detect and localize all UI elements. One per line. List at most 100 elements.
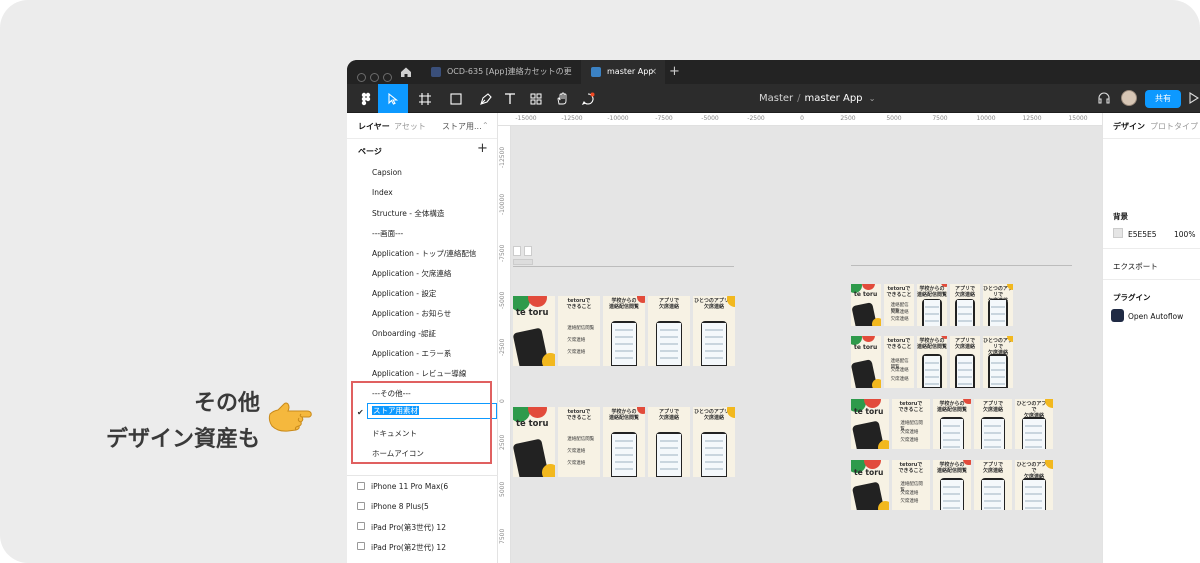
- tab-design[interactable]: デザイン: [1113, 121, 1145, 132]
- screen-line: [958, 376, 972, 379]
- plugin-open-autoflow[interactable]: Open Autoflow: [1128, 312, 1183, 321]
- store-screenshot-frame[interactable]: tetoruで できること 連絡配信閲覧 欠席連絡 欠席連絡: [892, 399, 930, 449]
- layer-item[interactable]: iPad Pro(第3世代) 12: [371, 522, 446, 533]
- store-screenshot-row: te toru tetoruで できること 連絡配信閲覧 欠席連絡 欠席連絡 学校からの …: [851, 460, 1053, 510]
- store-screenshot-frame[interactable]: 学校からの 連絡配信閲覧: [603, 407, 645, 477]
- page-item[interactable]: Application - 欠席連絡: [372, 268, 451, 279]
- store-screenshot-row: te toru tetoruで できること 連絡配信閲覧 欠席連絡 欠席連絡 学校からの …: [851, 284, 1013, 326]
- store-screenshot-frame[interactable]: アプリで 欠席連絡: [950, 336, 980, 388]
- store-screenshot-frame[interactable]: アプリで 欠席連絡: [974, 399, 1012, 449]
- home-icon[interactable]: [395, 64, 417, 80]
- page-item[interactable]: Application - レビュー導線: [372, 368, 466, 379]
- headset-icon[interactable]: [1097, 91, 1111, 105]
- layer-item[interactable]: iPad Pro(第2世代) 12: [371, 542, 446, 553]
- store-screenshot-frame[interactable]: 学校からの 連絡配信閲覧: [917, 284, 947, 326]
- page-item[interactable]: Structure - 全体構造: [372, 208, 444, 219]
- tab-prototype[interactable]: プロトタイプ: [1150, 121, 1198, 132]
- canvas[interactable]: -15000 -12500 -10000 -7500 -5000 -2500 0 2500 50…: [498, 113, 1102, 563]
- page-item[interactable]: Index: [372, 188, 393, 197]
- chevron-down-icon[interactable]: ⌄: [869, 94, 876, 103]
- store-screenshot-frame[interactable]: te toru: [513, 296, 555, 366]
- store-screenshot-frame[interactable]: tetoruで できること 連絡配信閲覧 欠席連絡 欠席連絡: [892, 460, 930, 510]
- phone-screen: [982, 418, 1004, 449]
- page-item[interactable]: Onboarding -認証: [372, 328, 436, 339]
- page-item[interactable]: Application - お知らせ: [372, 308, 451, 319]
- store-screenshot-frame[interactable]: ひとつのアプリで 欠席連絡: [693, 407, 735, 477]
- store-screenshot-frame[interactable]: ひとつのアプリで 欠席連絡: [1015, 399, 1053, 449]
- current-page-selector[interactable]: ストア用...: [442, 121, 482, 132]
- store-screenshot-frame[interactable]: アプリで 欠席連絡: [950, 284, 980, 326]
- store-screenshot-frame[interactable]: アプリで 欠席連絡: [974, 460, 1012, 510]
- store-screenshot-frame[interactable]: te toru: [851, 336, 881, 388]
- store-screenshot-frame[interactable]: te toru: [851, 399, 889, 449]
- tab-ocd-635[interactable]: OCD-635 [App]連絡カセットの更新: [421, 60, 577, 100]
- export-section[interactable]: エクスポート: [1113, 261, 1158, 272]
- frame-tool-button[interactable]: [410, 84, 440, 113]
- feature-label: 欠席連絡: [900, 429, 919, 435]
- move-tool-button[interactable]: [378, 84, 408, 113]
- breadcrumb-file[interactable]: master App: [805, 93, 863, 104]
- small-frame[interactable]: [513, 259, 533, 265]
- store-screenshot-frame[interactable]: te toru: [513, 407, 555, 477]
- store-screenshot-frame[interactable]: 学校からの 連絡配信閲覧: [917, 336, 947, 388]
- frame-icon: [357, 502, 365, 510]
- small-frame[interactable]: [524, 246, 532, 256]
- store-screenshot-frame[interactable]: te toru: [851, 460, 889, 510]
- background-color-swatch[interactable]: [1113, 228, 1123, 238]
- store-screenshot-frame[interactable]: ひとつのアプリで 欠席連絡: [983, 284, 1013, 326]
- store-screenshot-frame[interactable]: アプリで 欠席連絡: [648, 407, 690, 477]
- screen-line: [1025, 492, 1043, 495]
- present-icon[interactable]: [1189, 92, 1199, 104]
- screen-line: [614, 350, 634, 353]
- share-button[interactable]: 共有: [1145, 90, 1181, 108]
- page-item[interactable]: Application - エラー系: [372, 348, 451, 359]
- feature-label: 欠席連絡: [890, 367, 909, 373]
- phone-screen: [982, 479, 1004, 510]
- comment-tool-button[interactable]: [573, 84, 603, 113]
- page-item[interactable]: Capsion: [372, 168, 402, 177]
- plugins-header: プラグイン: [1113, 293, 1151, 302]
- tab-master-app[interactable]: master App ×: [581, 60, 665, 84]
- layer-item[interactable]: iPhone 11 Pro Max(6: [371, 482, 448, 491]
- phone-screen: [956, 300, 974, 326]
- screen-line: [659, 357, 679, 360]
- main-menu-button[interactable]: [351, 84, 381, 113]
- phone-screen: [657, 434, 681, 477]
- feature-label: 連絡配信閲覧: [567, 437, 595, 443]
- store-screenshot-frame[interactable]: アプリで 欠席連絡: [648, 296, 690, 366]
- layer-item[interactable]: iPhone 8 Plus(5: [371, 502, 429, 511]
- store-screenshot-frame[interactable]: tetoruで できること 連絡配信閲覧 欠席連絡 欠席連絡: [884, 336, 914, 388]
- chevron-up-icon[interactable]: ⌃: [482, 121, 489, 130]
- tab-assets[interactable]: アセット: [394, 121, 426, 132]
- avatar[interactable]: [1121, 90, 1137, 106]
- page-item[interactable]: Application - 設定: [372, 288, 436, 299]
- store-screenshot-frame[interactable]: tetoruで できること 連絡配信閲覧 欠席連絡 欠席連絡: [558, 407, 600, 477]
- small-frame[interactable]: [513, 246, 521, 256]
- store-screenshot-frame[interactable]: tetoruで できること 連絡配信閲覧 欠席連絡 欠席連絡: [884, 284, 914, 326]
- store-screenshot-frame[interactable]: ひとつのアプリで 欠席連絡: [983, 336, 1013, 388]
- background-opacity-input[interactable]: 100%: [1174, 230, 1195, 239]
- page-item[interactable]: Application - トップ/連絡配信: [372, 248, 476, 259]
- shape-tool-button[interactable]: [441, 84, 471, 113]
- breadcrumb-project[interactable]: Master: [759, 93, 793, 104]
- store-screenshot-frame[interactable]: tetoruで できること 連絡配信閲覧 欠席連絡 欠席連絡: [558, 296, 600, 366]
- store-screenshot-frame[interactable]: ひとつのアプリで 欠席連絡: [1015, 460, 1053, 510]
- store-screenshot-frame[interactable]: te toru: [851, 284, 881, 326]
- screen-line: [614, 454, 634, 457]
- minimize-window-button[interactable]: [370, 73, 379, 82]
- tab-layers[interactable]: レイヤー: [358, 121, 390, 132]
- add-page-button[interactable]: +: [477, 141, 488, 156]
- screen-line: [704, 343, 724, 346]
- close-tab-icon[interactable]: ×: [649, 60, 657, 84]
- new-tab-button[interactable]: +: [669, 60, 680, 84]
- section-line: [513, 266, 734, 267]
- store-screenshot-frame[interactable]: 学校からの 連絡配信閲覧: [933, 460, 971, 510]
- background-hex-input[interactable]: E5E5E5: [1128, 230, 1157, 239]
- store-screenshot-frame[interactable]: ひとつのアプリで 欠席連絡: [693, 296, 735, 366]
- store-screenshot-frame[interactable]: 学校からの 連絡配信閲覧: [933, 399, 971, 449]
- maximize-window-button[interactable]: [383, 73, 392, 82]
- screen-line: [614, 447, 634, 450]
- page-item[interactable]: ---画面---: [372, 228, 403, 239]
- store-screenshot-frame[interactable]: 学校からの 連絡配信閲覧: [603, 296, 645, 366]
- close-window-button[interactable]: [357, 73, 366, 82]
